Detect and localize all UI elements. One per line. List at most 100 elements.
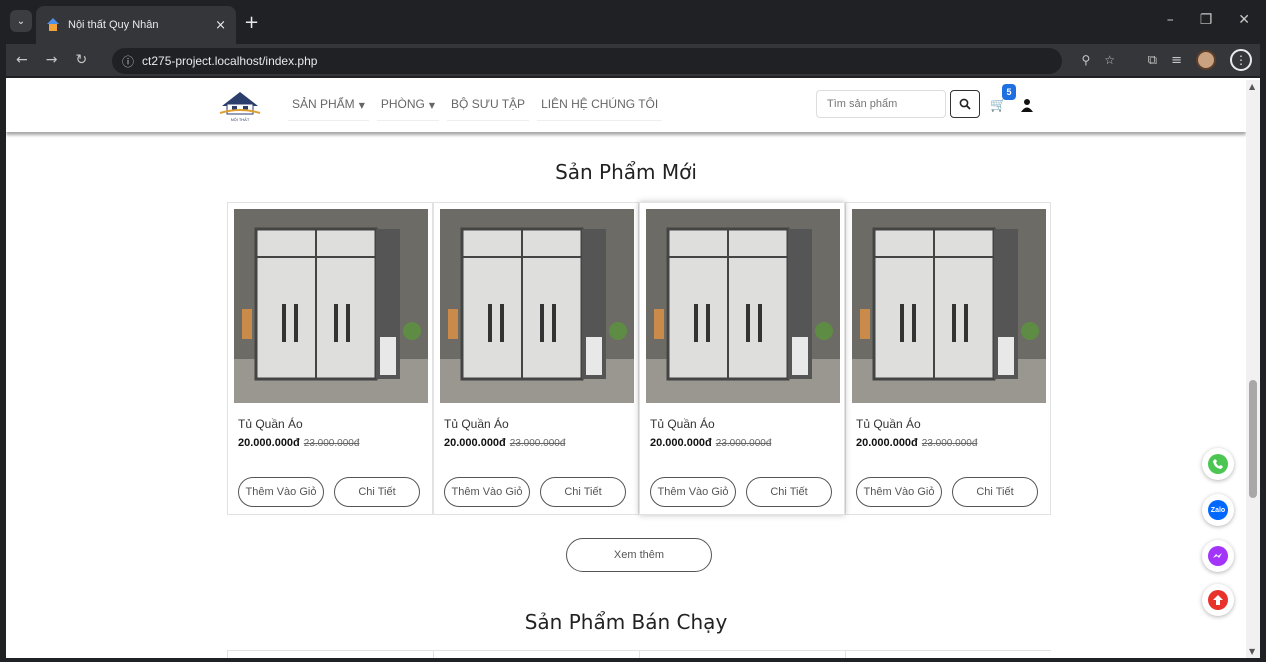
address-bar[interactable]: ⓘ ct275-project.localhost/index.php: [112, 48, 1062, 74]
profile-avatar[interactable]: [1196, 50, 1216, 70]
phone-icon: [1208, 454, 1228, 474]
main-menu: SẢN PHẨM ▼ PHÒNG ▼ BỘ SƯU TẬP LIÊN HỆ CHÚN…: [288, 88, 663, 121]
page-scrollbar[interactable]: ▲ ▼: [1246, 80, 1260, 658]
url-text: ct275-project.localhost/index.php: [142, 54, 318, 68]
cart-count-badge: 5: [1002, 84, 1016, 100]
product-image[interactable]: [234, 209, 428, 403]
scroll-top-button[interactable]: [1202, 584, 1234, 616]
product-old-price: 23.000.000đ: [509, 438, 566, 449]
add-to-cart-button[interactable]: Thêm Vào Giỏ: [856, 477, 942, 507]
product-name[interactable]: Tủ Quần Áo: [856, 417, 921, 431]
tab-search-button[interactable]: ⌄: [10, 10, 32, 32]
address-bar-row: ← → ↻ ⓘ ct275-project.localhost/index.ph…: [6, 44, 1260, 78]
detail-button[interactable]: Chi Tiết: [540, 477, 626, 507]
user-icon[interactable]: [1020, 98, 1034, 112]
minimize-icon[interactable]: –: [1167, 12, 1174, 28]
messenger-icon: [1208, 546, 1228, 566]
messenger-button[interactable]: [1202, 540, 1234, 572]
reload-icon[interactable]: ↻: [75, 52, 87, 68]
zalo-button[interactable]: Zalo: [1202, 494, 1234, 526]
product-card: Tủ Quần Áo 20.000.000đ 23.000.000đ Thêm V…: [227, 202, 433, 515]
browser-tab[interactable]: Nội thất Quy Nhân ×: [36, 6, 236, 44]
bookmark-star-icon[interactable]: ☆: [1104, 53, 1115, 67]
product-card: Tủ Quần Áo 20.000.000đ 23.000.000đ Thêm V…: [639, 202, 845, 515]
menu-item-label: PHÒNG: [380, 97, 425, 111]
logo-text: NỘI THẤT: [231, 117, 250, 122]
product-image[interactable]: [646, 209, 840, 403]
product-prices: 20.000.000đ 23.000.000đ: [238, 437, 359, 449]
tab-title: Nội thất Quy Nhân: [68, 19, 159, 31]
favicon-icon: [46, 18, 60, 32]
detail-button[interactable]: Chi Tiết: [952, 477, 1038, 507]
product-card: [227, 651, 433, 658]
extensions-icon[interactable]: ⧉: [1148, 53, 1157, 68]
close-tab-icon[interactable]: ×: [215, 18, 226, 33]
product-card: Tủ Quần Áo 20.000.000đ 23.000.000đ Thêm V…: [433, 202, 639, 515]
new-tab-button[interactable]: +: [244, 12, 259, 33]
restore-icon[interactable]: ❐: [1200, 12, 1213, 28]
product-old-price: 23.000.000đ: [303, 438, 360, 449]
chevron-down-icon: ▼: [358, 101, 365, 110]
product-price: 20.000.000đ: [856, 437, 918, 449]
window-controls: – ❐ ✕: [1167, 12, 1250, 28]
product-old-price: 23.000.000đ: [715, 438, 772, 449]
site-logo[interactable]: NỘI THẤT: [218, 86, 262, 126]
section-title-new: Sản Phẩm Mới: [555, 160, 697, 184]
menu-item-collections[interactable]: BỘ SƯU TẬP: [447, 88, 530, 121]
scroll-down-icon[interactable]: ▼: [1249, 647, 1255, 656]
back-icon[interactable]: ←: [16, 52, 28, 68]
search-input[interactable]: [816, 90, 946, 118]
product-card: Tủ Quần Áo 20.000.000đ 23.000.000đ Thêm V…: [845, 202, 1051, 515]
detail-button[interactable]: Chi Tiết: [746, 477, 832, 507]
product-price: 20.000.000đ: [444, 437, 506, 449]
site-header: NỘI THẤT SẢN PHẨM ▼ PHÒNG ▼ BỘ SƯU TẬP LIÊ…: [6, 80, 1246, 132]
product-card: [433, 651, 639, 658]
product-old-price: 23.000.000đ: [921, 438, 978, 449]
detail-button[interactable]: Chi Tiết: [334, 477, 420, 507]
omnibox-actions: ⚲ ☆: [1081, 53, 1115, 67]
tab-bar: ⌄ Nội thất Quy Nhân × + – ❐ ✕: [6, 0, 1260, 44]
reading-list-icon[interactable]: ≡: [1171, 53, 1182, 68]
close-window-icon[interactable]: ✕: [1238, 12, 1250, 28]
phone-button[interactable]: [1202, 448, 1234, 480]
scroll-top-icon: [1208, 590, 1228, 610]
menu-item-label: LIÊN HỆ CHÚNG TÔI: [541, 97, 659, 111]
menu-item-rooms[interactable]: PHÒNG ▼: [376, 88, 440, 121]
product-card: [639, 651, 845, 658]
add-to-cart-button[interactable]: Thêm Vào Giỏ: [238, 477, 324, 507]
chevron-down-icon: ▼: [428, 101, 436, 110]
zalo-icon: Zalo: [1208, 500, 1228, 520]
product-name[interactable]: Tủ Quần Áo: [238, 417, 303, 431]
scroll-up-icon[interactable]: ▲: [1249, 82, 1255, 91]
web-page: NỘI THẤT SẢN PHẨM ▼ PHÒNG ▼ BỘ SƯU TẬP LIÊ…: [6, 80, 1246, 658]
forward-icon[interactable]: →: [46, 52, 58, 68]
add-to-cart-button[interactable]: Thêm Vào Giỏ: [650, 477, 736, 507]
view-more-button[interactable]: Xem thêm: [566, 538, 712, 572]
add-to-cart-button[interactable]: Thêm Vào Giỏ: [444, 477, 530, 507]
product-image[interactable]: [440, 209, 634, 403]
product-name[interactable]: Tủ Quần Áo: [444, 417, 509, 431]
nav-buttons: ← → ↻: [16, 52, 87, 68]
browser-menu-icon[interactable]: ⋮: [1230, 49, 1252, 71]
product-prices: 20.000.000đ 23.000.000đ: [856, 437, 977, 449]
menu-item-label: BỘ SƯU TẬP: [451, 97, 526, 111]
product-prices: 20.000.000đ 23.000.000đ: [650, 437, 771, 449]
product-card: [845, 651, 1051, 658]
product-name[interactable]: Tủ Quần Áo: [650, 417, 715, 431]
product-image[interactable]: [852, 209, 1046, 403]
product-prices: 20.000.000đ 23.000.000đ: [444, 437, 565, 449]
product-price: 20.000.000đ: [650, 437, 712, 449]
product-grid-new: Tủ Quần Áo 20.000.000đ 23.000.000đ Thêm V…: [227, 202, 1051, 515]
search-icon: [959, 98, 971, 110]
scrollbar-thumb[interactable]: [1249, 380, 1257, 498]
browser-window: ⌄ Nội thất Quy Nhân × + – ❐ ✕ ← → ↻ ⓘ ct…: [0, 0, 1266, 662]
menu-item-products[interactable]: SẢN PHẨM ▼: [288, 88, 369, 121]
zoom-icon[interactable]: ⚲: [1081, 53, 1090, 67]
section-title-best-sellers: Sản Phẩm Bán Chạy: [524, 610, 728, 634]
menu-item-label: SẢN PHẨM: [292, 97, 355, 111]
search-button[interactable]: [950, 90, 980, 118]
site-info-icon[interactable]: ⓘ: [122, 53, 134, 70]
cart-icon[interactable]: 🛒: [990, 98, 1006, 113]
menu-item-contact[interactable]: LIÊN HỆ CHÚNG TÔI: [537, 88, 663, 121]
toolbar-actions: ⧉ ≡ ⋮: [1148, 49, 1252, 71]
